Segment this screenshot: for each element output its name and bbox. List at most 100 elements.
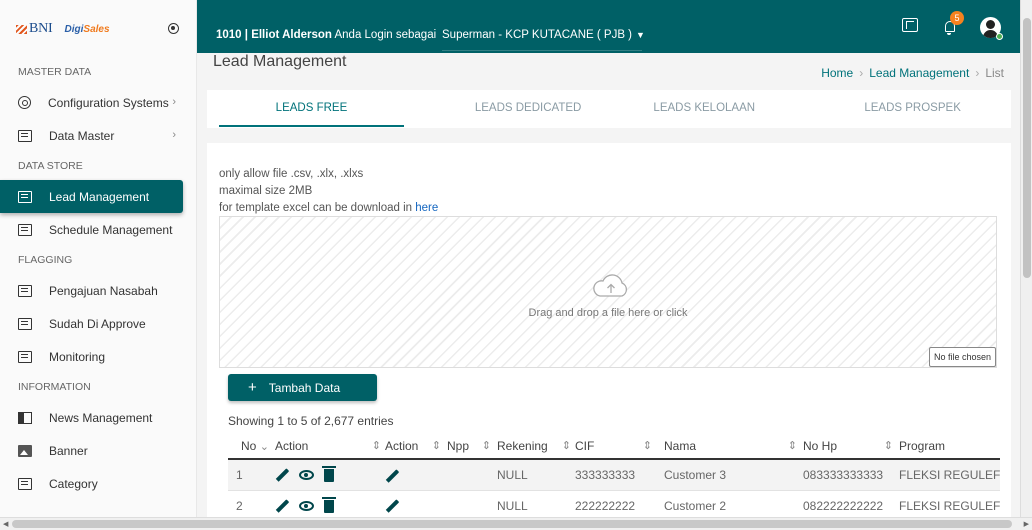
cell-nama: Customer 2 — [658, 490, 803, 517]
add-data-button[interactable]: + Tambah Data — [228, 374, 377, 401]
sort-icon: ⇕ — [787, 439, 797, 452]
delete-icon[interactable] — [322, 465, 336, 482]
vertical-scrollbar[interactable] — [1020, 0, 1032, 517]
tab-leads-kelolaan[interactable]: LEADS KELOLAAN — [644, 90, 764, 128]
col-rekening[interactable]: Rekening ⇕ — [497, 433, 575, 460]
sidebar-item-label: News Management — [49, 410, 153, 425]
cell-no: 2 — [228, 490, 275, 517]
cell-nohp: 083333333333 — [803, 459, 899, 491]
news-icon — [18, 411, 32, 424]
list-icon — [18, 284, 32, 297]
col-action-1[interactable]: Action ⇕ — [275, 433, 385, 460]
template-note-text: for template excel can be download in — [219, 202, 416, 214]
login-as-label: Anda Login sebagai — [331, 29, 437, 41]
chevron-right-icon: › — [172, 96, 176, 108]
sidebar: BNI DigiSales MASTER DATA Configuration … — [0, 0, 197, 517]
col-no[interactable]: No ⌄ — [228, 433, 275, 460]
col-program[interactable]: Program — [899, 433, 1001, 460]
tab-leads-free[interactable]: LEADS FREE — [219, 90, 404, 128]
bni-logo: BNI — [16, 21, 53, 37]
sidebar-item-configuration-systems[interactable]: Configuration Systems › — [0, 86, 196, 119]
file-dropzone[interactable]: Drag and drop a file here or click No fi… — [219, 216, 997, 368]
sidebar-toggle-icon[interactable] — [168, 23, 179, 34]
horizontal-scroll-thumb[interactable] — [12, 520, 1012, 528]
leads-table: No ⌄ Action ⇕ Action ⇕ Npp ⇕ Rekening ⇕ CIF ⇕… — [228, 433, 1001, 517]
sidebar-item-category[interactable]: Category — [0, 467, 196, 500]
digisales-logo-part2: Sales — [83, 23, 110, 35]
scroll-right-icon[interactable]: ▶ — [1024, 520, 1029, 528]
col-nama[interactable]: Nama ⇕ — [658, 433, 803, 460]
cloud-upload-icon — [593, 274, 628, 297]
gear-icon — [18, 96, 31, 109]
bni-logo-text: BNI — [29, 21, 53, 36]
edit-icon[interactable] — [275, 499, 290, 513]
sort-icon: ⇕ — [561, 439, 571, 452]
cell-nama: Customer 3 — [658, 459, 803, 491]
col-action-2[interactable]: Action ⇕ — [385, 433, 447, 460]
view-icon[interactable] — [299, 501, 314, 512]
section-information: INFORMATION — [18, 381, 91, 393]
scroll-left-icon[interactable]: ◀ — [3, 520, 8, 528]
vertical-scroll-thumb[interactable] — [1023, 18, 1031, 278]
fullscreen-icon[interactable] — [902, 18, 918, 32]
sidebar-item-pengajuan-nasabah[interactable]: Pengajuan Nasabah — [0, 274, 196, 307]
top-bar: 1010 | Elliot Alderson Anda Login sebaga… — [197, 0, 1020, 53]
sidebar-item-label: Monitoring — [49, 349, 106, 364]
notification-badge: 5 — [950, 11, 964, 25]
role-select[interactable]: Superman - KCP KUTACANE ( PJB ) ▼ — [442, 29, 645, 41]
edit-icon[interactable] — [385, 468, 400, 483]
sidebar-item-banner[interactable]: Banner — [0, 434, 196, 467]
breadcrumb-home[interactable]: Home — [821, 66, 853, 80]
col-cif-label: CIF — [575, 438, 595, 453]
list-icon — [18, 317, 32, 330]
sidebar-item-label: Banner — [49, 443, 88, 458]
sidebar-item-label: Pengajuan Nasabah — [49, 283, 158, 298]
sort-icon: ⇕ — [642, 439, 652, 452]
online-status-dot — [996, 33, 1003, 40]
sidebar-item-monitoring[interactable]: Monitoring — [0, 340, 196, 373]
sort-icon: ⇕ — [883, 439, 893, 452]
breadcrumb: Home › Lead Management › List — [821, 66, 1004, 80]
breadcrumb-lead-management[interactable]: Lead Management — [869, 66, 969, 80]
col-program-label: Program — [899, 438, 946, 453]
sidebar-item-schedule-management[interactable]: Schedule Management — [0, 213, 196, 246]
cell-npp — [447, 490, 497, 517]
sidebar-item-label: Data Master — [49, 128, 115, 143]
tab-leads-prospek[interactable]: LEADS PROSPEK — [814, 90, 1011, 128]
sidebar-item-news-management[interactable]: News Management — [0, 401, 196, 434]
role-value: Superman - KCP KUTACANE ( PJB ) — [442, 29, 633, 41]
upload-note-template: for template excel can be download in he… — [219, 202, 438, 214]
cell-action-2 — [385, 459, 447, 491]
file-input-status[interactable]: No file chosen — [928, 347, 996, 367]
sidebar-item-label: Schedule Management — [49, 222, 173, 237]
sidebar-item-lead-management[interactable]: Lead Management — [0, 180, 183, 213]
col-cif[interactable]: CIF ⇕ — [575, 433, 658, 460]
section-master-data: MASTER DATA — [18, 66, 92, 78]
cell-nohp: 082222222222 — [803, 490, 899, 517]
col-no-label: No — [241, 438, 257, 453]
cell-rekening: NULL — [497, 459, 575, 491]
breadcrumb-separator: › — [975, 66, 980, 80]
sidebar-item-sudah-di-approve[interactable]: Sudah Di Approve — [0, 307, 196, 340]
col-nohp[interactable]: No Hp ⇕ — [803, 433, 899, 460]
table-info: Showing 1 to 5 of 2,677 entries — [228, 414, 394, 428]
sidebar-item-label: Configuration Systems — [48, 95, 169, 110]
upload-card: only allow file .csv, .xlx, .xlxs maxima… — [207, 143, 1011, 517]
breadcrumb-separator: › — [859, 66, 864, 80]
edit-icon[interactable] — [275, 468, 290, 483]
sidebar-item-data-master[interactable]: Data Master › — [0, 119, 196, 152]
col-npp[interactable]: Npp ⇕ — [447, 433, 497, 460]
tab-leads-dedicated[interactable]: LEADS DEDICATED — [416, 90, 640, 128]
view-icon[interactable] — [299, 470, 314, 481]
bni-logo-mark-icon — [16, 24, 27, 35]
sidebar-item-label: Category — [49, 476, 98, 491]
edit-icon[interactable] — [385, 499, 400, 514]
template-download-link[interactable]: here — [415, 202, 438, 214]
table-row: 2 NULL 222222222 Customer 2 082222222222… — [228, 490, 1001, 517]
delete-icon[interactable] — [322, 496, 336, 513]
cell-actions — [275, 459, 385, 491]
horizontal-scrollbar[interactable]: ◀ ▶ — [0, 517, 1032, 530]
add-data-label: Tambah Data — [268, 381, 341, 395]
user-id-name: 1010 | Elliot Alderson — [216, 29, 332, 41]
lead-tabs: LEADS FREE LEADS DEDICATED LEADS KELOLAA… — [207, 90, 1011, 128]
